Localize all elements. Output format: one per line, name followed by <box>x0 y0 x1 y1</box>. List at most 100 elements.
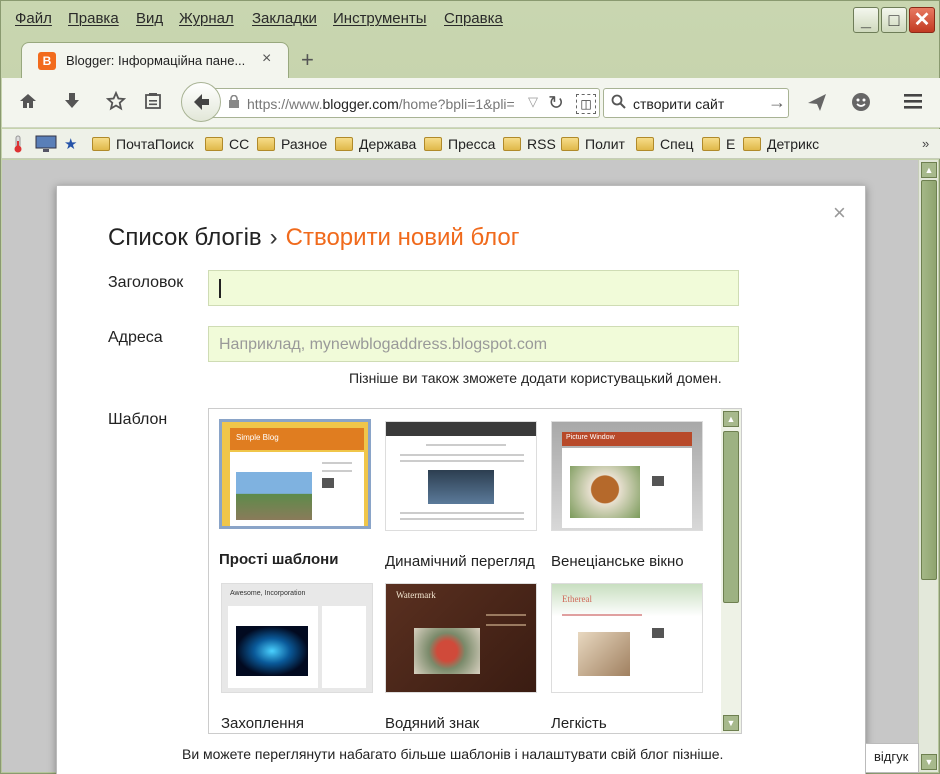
template-scrollbar[interactable]: ▲ ▼ <box>721 409 741 733</box>
extension-icon[interactable]: ◫ <box>576 94 596 114</box>
bookmark-label: ПочтаПоиск <box>116 136 194 152</box>
thumb-line <box>400 512 524 514</box>
template-name: Венеціанське вікно <box>551 553 684 570</box>
search-bar[interactable]: створити сайт → <box>603 88 789 118</box>
url-dropdown-icon[interactable]: ▽ <box>528 94 538 110</box>
address-label: Адреса <box>108 329 163 346</box>
folder-icon <box>335 137 353 151</box>
folder-icon <box>205 137 223 151</box>
breadcrumb-current: Створити новий блог <box>285 224 520 251</box>
download-icon[interactable] <box>62 91 82 117</box>
monitor-icon[interactable] <box>35 135 57 157</box>
tab-title: Blogger: Інформаційна пане... <box>66 53 246 68</box>
thumb-photo <box>578 632 630 676</box>
create-blog-dialog: × Список блогів › Створити новий блог Заго… <box>56 185 866 774</box>
menu-history[interactable]: Журнал <box>179 10 234 27</box>
search-input[interactable]: створити сайт <box>633 96 724 112</box>
bookmark-label: E <box>726 136 736 152</box>
thumb-sidebar <box>322 606 366 688</box>
new-tab-button[interactable]: + <box>301 47 314 73</box>
template-thumbnail: Watermark <box>385 583 537 693</box>
bookmark-folder[interactable]: Разное <box>257 136 327 152</box>
send-icon[interactable] <box>806 91 828 119</box>
bookmark-folder[interactable]: CC <box>205 136 249 152</box>
menu-help[interactable]: Справка <box>444 10 503 27</box>
blogger-favicon-icon: B <box>38 52 56 70</box>
menu-bookmarks[interactable]: Закладки <box>252 10 317 27</box>
menu-view[interactable]: Вид <box>136 10 163 27</box>
address-placeholder: Наприклад, mynewblogaddress.blogspot.com <box>219 336 548 353</box>
scroll-down-icon[interactable]: ▼ <box>723 715 739 731</box>
feedback-button[interactable]: відгук <box>865 743 919 773</box>
thumb-line <box>400 460 524 462</box>
bookmark-folder[interactable]: Полит <box>561 136 625 152</box>
breadcrumb-separator: › <box>269 224 278 251</box>
url-text[interactable]: https://www.blogger.com/home?bpli=1&pli= <box>247 96 527 112</box>
tab-blogger[interactable]: B Blogger: Інформаційна пане... × <box>21 42 289 78</box>
page-scrollbar[interactable]: ▲ ▼ <box>918 160 938 772</box>
url-bar[interactable]: https://www.blogger.com/home?bpli=1&pli=… <box>210 88 600 118</box>
thumb-line <box>562 614 642 616</box>
thumb-title: Awesome, Incorporation <box>230 590 306 597</box>
thumb-title: Picture Window <box>566 434 615 441</box>
template-thumbnail: Simple Blog <box>219 419 371 529</box>
menu-hamburger-icon[interactable] <box>902 91 924 117</box>
reader-list-icon[interactable] <box>143 91 163 117</box>
maximize-icon: □ <box>888 10 900 30</box>
bookmark-folder[interactable]: Пресса <box>424 136 495 152</box>
thumb-photo <box>652 628 664 638</box>
scroll-up-icon[interactable]: ▲ <box>723 411 739 427</box>
template-label: Шаблон <box>108 411 168 428</box>
menu-file[interactable]: Файл <box>15 10 52 27</box>
address-input[interactable]: Наприклад, mynewblogaddress.blogspot.com <box>208 326 739 362</box>
tab-close-icon[interactable]: × <box>262 50 271 68</box>
bookmarks-overflow-icon[interactable]: » <box>922 136 929 151</box>
menu-tools[interactable]: Инструменты <box>333 10 427 27</box>
browser-window: Файл Правка Вид Журнал Закладки Инструме… <box>0 0 940 774</box>
bookmark-folder[interactable]: Детрикс <box>743 136 819 152</box>
bookmark-folder[interactable]: RSS <box>503 136 556 152</box>
breadcrumb-blog-list[interactable]: Список блогів <box>108 224 262 251</box>
search-go-icon[interactable]: → <box>768 92 786 113</box>
template-thumbnail: Picture Window <box>551 421 703 531</box>
bookmark-label: Спец <box>660 136 694 152</box>
back-button[interactable] <box>181 82 221 122</box>
menu-edit[interactable]: Правка <box>68 10 119 27</box>
bookmark-folder[interactable]: Спец <box>636 136 694 152</box>
url-domain: blogger.com <box>322 96 399 112</box>
bookmark-star-icon[interactable] <box>105 90 127 117</box>
bookmark-label: Пресса <box>448 136 496 152</box>
template-thumbnail: Awesome, Incorporation <box>221 583 373 693</box>
dialog-close-icon[interactable]: × <box>833 200 846 226</box>
title-input[interactable] <box>208 270 739 306</box>
close-window-button[interactable]: ✕ <box>909 7 935 33</box>
bookmark-label: Детрикс <box>767 136 820 152</box>
reload-icon[interactable]: ↻ <box>548 92 564 115</box>
scroll-up-icon[interactable]: ▲ <box>921 162 937 178</box>
thumb-header <box>386 422 536 436</box>
home-icon[interactable] <box>18 91 38 117</box>
scroll-thumb[interactable] <box>921 180 937 580</box>
star-bookmark-icon[interactable]: ★ <box>64 135 77 153</box>
scroll-down-icon[interactable]: ▼ <box>921 754 937 770</box>
template-thumbnail: Ethereal <box>551 583 703 693</box>
smiley-icon[interactable] <box>850 91 872 119</box>
folder-icon <box>257 137 275 151</box>
minimize-button[interactable]: _ <box>853 7 879 33</box>
template-name: Легкість <box>551 715 607 732</box>
thumb-line <box>322 462 352 464</box>
bookmarks-bar: ★ ПочтаПоиск CC Разное Держава Пресса RS… <box>2 129 940 159</box>
template-thumbnail <box>385 421 537 531</box>
bookmark-folder[interactable]: E <box>702 136 735 152</box>
navigation-toolbar: https://www.blogger.com/home?bpli=1&pli=… <box>2 78 940 128</box>
bookmark-folder[interactable]: Держава <box>335 136 416 152</box>
scroll-thumb[interactable] <box>723 431 739 603</box>
folder-icon <box>636 137 654 151</box>
maximize-button[interactable]: □ <box>881 7 907 33</box>
thermometer-icon[interactable] <box>12 135 24 157</box>
menubar: Файл Правка Вид Журнал Закладки Инструме… <box>1 1 940 37</box>
thumb-title: Watermark <box>396 590 436 600</box>
folder-icon <box>92 137 110 151</box>
bookmark-folder[interactable]: ПочтаПоиск <box>92 136 194 152</box>
search-icon <box>611 94 626 112</box>
